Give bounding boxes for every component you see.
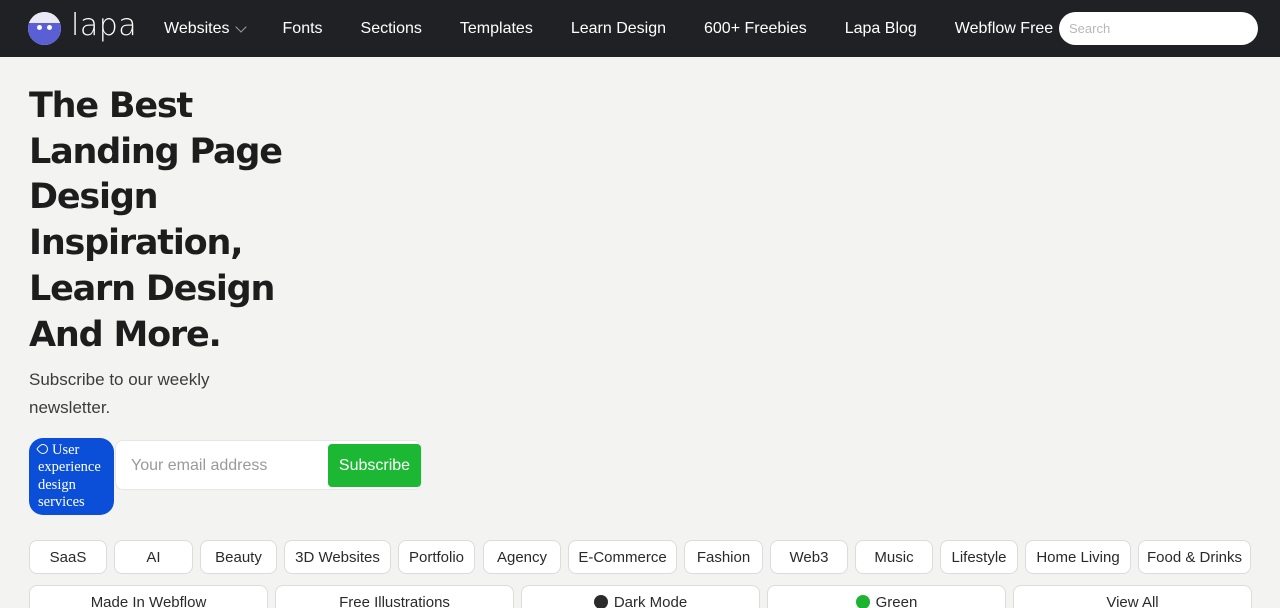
filter-dark-mode[interactable]: Dark Mode [521, 585, 760, 608]
category-chip-agency[interactable]: Agency [483, 540, 561, 574]
category-chip-food-drinks[interactable]: Food & Drinks [1138, 540, 1251, 574]
filter-view-all[interactable]: View All [1013, 585, 1252, 608]
main-nav: Websites Fonts Sections Templates Learn … [164, 0, 1053, 57]
category-chip-beauty[interactable]: Beauty [200, 540, 277, 574]
category-chip-music[interactable]: Music [855, 540, 933, 574]
nav-item-websites[interactable]: Websites [164, 20, 247, 38]
logo-text: lapa [71, 8, 138, 43]
category-chip-fashion[interactable]: Fashion [684, 540, 763, 574]
nav-item-templates[interactable]: Templates [460, 20, 533, 38]
tag-icon [35, 441, 51, 457]
filter-green[interactable]: Green [767, 585, 1006, 608]
nav-item-lapa-blog[interactable]: Lapa Blog [845, 20, 917, 38]
nav-item-learn-design[interactable]: Learn Design [571, 20, 666, 38]
chevron-down-icon [234, 20, 247, 33]
ninja-logo-icon [28, 11, 61, 45]
category-chip-portfolio[interactable]: Portfolio [398, 540, 475, 574]
dark-dot-icon [593, 595, 608, 608]
category-chip-home-living[interactable]: Home Living [1025, 540, 1131, 574]
filter-free-illustrations[interactable]: Free Illustrations [275, 585, 514, 608]
newsletter-subtitle: Subscribe to our weekly newsletter. [29, 370, 210, 417]
ux-services-tag-label: User experience design services [38, 442, 101, 511]
green-dot-icon [855, 595, 870, 608]
category-chip-ai[interactable]: AI [114, 540, 193, 574]
nav-item-sections[interactable]: Sections [361, 20, 422, 38]
category-chip-web3[interactable]: Web3 [770, 540, 848, 574]
nav-item-webflow-free[interactable]: Webflow Free [955, 20, 1053, 38]
nav-item-freebies[interactable]: 600+ Freebies [704, 20, 807, 38]
email-field[interactable] [131, 453, 326, 479]
category-chip-saas[interactable]: SaaS [29, 540, 107, 574]
category-chip-e-commerce[interactable]: E-Commerce [568, 540, 677, 574]
page-title: The Best Landing Page Design Inspiration… [29, 86, 283, 355]
nav-item-fonts[interactable]: Fonts [283, 20, 323, 38]
search-input[interactable] [1059, 12, 1258, 45]
filter-made-in-webflow[interactable]: Made In Webflow [29, 585, 268, 608]
logo[interactable]: lapa [28, 10, 138, 46]
ux-services-tag[interactable]: User experience design services [29, 438, 114, 515]
newsletter-form: Subscribe [115, 440, 422, 490]
subscribe-button[interactable]: Subscribe [328, 444, 421, 487]
category-chip-lifestyle[interactable]: Lifestyle [940, 540, 1018, 574]
top-navigation-bar: lapa Websites Fonts Sections Templates L… [0, 0, 1280, 57]
category-chip-3d-websites[interactable]: 3D Websites [284, 540, 391, 574]
